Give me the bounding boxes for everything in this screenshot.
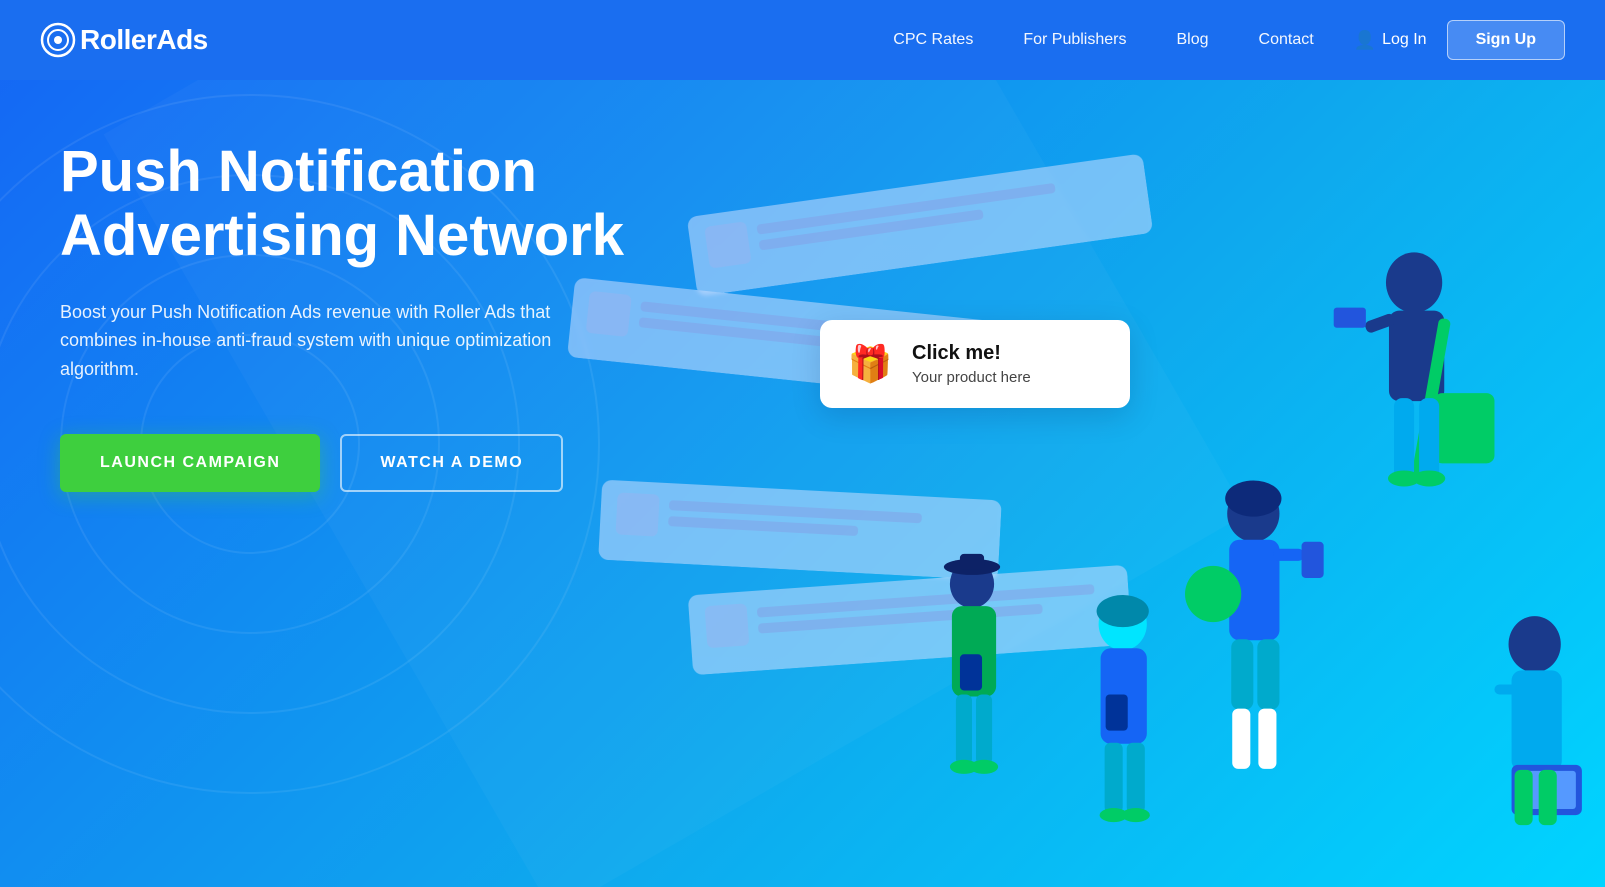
- nav-links: CPC Rates For Publishers Blog Contact: [893, 31, 1313, 49]
- logo[interactable]: RollerAds: [40, 22, 208, 58]
- watch-demo-button[interactable]: WATCH A DEMO: [340, 434, 563, 492]
- hero-content: Push Notification Advertising Network Bo…: [60, 140, 660, 492]
- nav-for-publishers[interactable]: For Publishers: [1023, 31, 1126, 49]
- logo-text: RollerAds: [80, 24, 208, 56]
- hero-subtitle: Boost your Push Notification Ads revenue…: [60, 298, 580, 384]
- signup-button[interactable]: Sign Up: [1447, 20, 1565, 60]
- launch-campaign-button[interactable]: LAUNCH CAMPAIGN: [60, 434, 320, 492]
- hero-title: Push Notification Advertising Network: [60, 140, 660, 268]
- nav-contact[interactable]: Contact: [1259, 31, 1314, 49]
- login-button[interactable]: 👤 Log In: [1354, 30, 1427, 51]
- user-icon: 👤: [1354, 30, 1376, 51]
- nav-cpc-rates[interactable]: CPC Rates: [893, 31, 973, 49]
- login-label: Log In: [1382, 31, 1426, 49]
- illustration-area: [550, 80, 1605, 887]
- hero-buttons: LAUNCH CAMPAIGN WATCH A DEMO: [60, 434, 660, 492]
- nav-blog[interactable]: Blog: [1176, 31, 1208, 49]
- logo-icon: [40, 22, 76, 58]
- navigation: RollerAds CPC Rates For Publishers Blog …: [0, 0, 1605, 80]
- nav-auth: 👤 Log In Sign Up: [1354, 20, 1565, 60]
